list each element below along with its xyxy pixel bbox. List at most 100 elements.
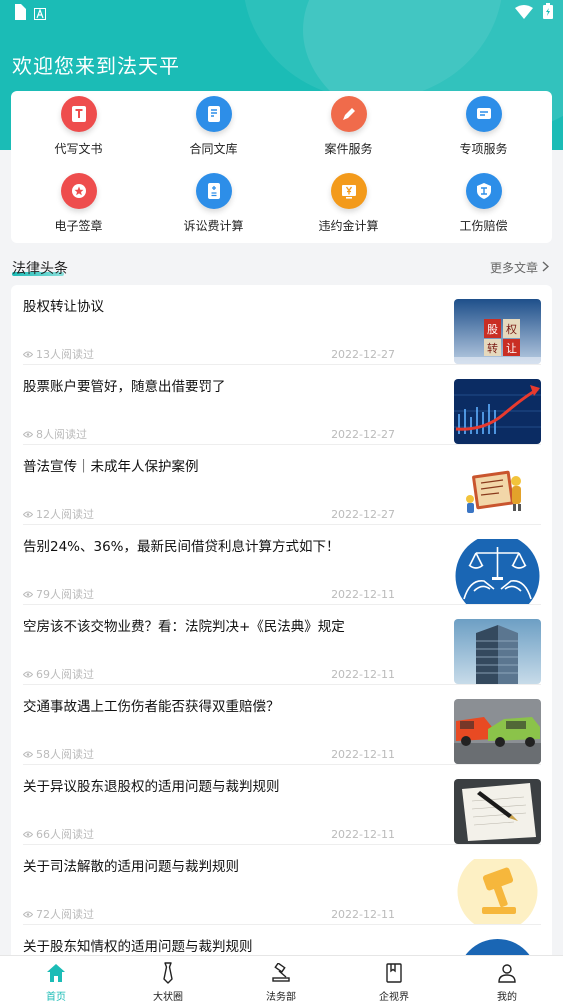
tie-icon	[118, 962, 218, 984]
service-label: 诉讼费计算	[183, 219, 244, 233]
seal-icon	[60, 173, 97, 209]
article-title: 普法宣传｜未成年人保护案例	[23, 459, 199, 475]
thumb-char: 让	[506, 342, 517, 355]
article-thumbnail	[454, 859, 541, 924]
thumb-char: 股	[487, 323, 498, 336]
service-draft-document[interactable]: 代写文书	[11, 96, 146, 157]
thumb-char: 权	[506, 323, 517, 336]
tab-profile[interactable]: 我的	[457, 962, 557, 1002]
services-grid: 代写文书 合同文库 案件服务 专项服务 电子签章 诉讼费计算 违约金计算 工伤赔…	[11, 91, 552, 243]
tab-label: 首页	[46, 992, 66, 1002]
service-label: 专项服务	[459, 142, 508, 156]
article-title: 关于异议股东退股权的适用问题与裁判规则	[23, 779, 280, 795]
more-articles-label: 更多文章	[489, 261, 538, 275]
article-title: 交通事故遇上工伤伤者能否获得双重赔偿？	[23, 699, 280, 715]
app-root: 欢迎您来到法天平 代写文书 合同文库 案件服务 专项服务 电子签章 诉讼费计算 …	[0, 0, 563, 1002]
article-thumbnail	[454, 459, 541, 524]
service-special[interactable]: 专项服务	[416, 96, 551, 157]
home-icon	[6, 962, 106, 984]
gavel-icon	[231, 962, 331, 984]
article-item[interactable]: 股权转让协议 13人阅读过 2022-12-27 股 权 转 让	[22, 285, 541, 365]
article-thumbnail: 股 权 转 让	[454, 299, 541, 364]
article-item[interactable]: 交通事故遇上工伤伤者能否获得双重赔偿？ 58人阅读过 2022-12-11	[22, 685, 541, 765]
more-articles-link[interactable]: 更多文章	[489, 259, 550, 276]
article-item[interactable]: 空房该不该交物业费？看：法院判决+《民法典》规定 69人阅读过 2022-12-…	[22, 605, 541, 685]
contract-icon	[195, 96, 232, 132]
article-date: 2022-12-27	[331, 427, 395, 441]
book-icon	[344, 962, 444, 984]
service-label: 案件服务	[324, 142, 373, 156]
article-item[interactable]: 普法宣传｜未成年人保护案例 12人阅读过 2022-12-27	[22, 445, 541, 525]
thumb-char: 转	[487, 341, 498, 355]
service-label: 工伤赔偿	[459, 219, 508, 233]
service-contract-library[interactable]: 合同文库	[146, 96, 281, 157]
eye-icon	[22, 908, 34, 921]
article-title: 关于股东知情权的适用问题与裁判规则	[23, 939, 253, 955]
status-bar	[0, 0, 563, 24]
service-penalty-calc[interactable]: 违约金计算	[281, 173, 416, 234]
article-read-count: 58人阅读过	[36, 748, 94, 761]
document-t-icon	[60, 96, 97, 132]
article-title: 告别24%、36%，最新民间借贷利息计算方式如下！	[23, 539, 340, 555]
article-title: 股票账户要管好，随意出借要罚了	[23, 379, 226, 395]
tab-label: 我的	[497, 992, 517, 1002]
article-thumbnail	[454, 779, 541, 844]
tab-label: 法务部	[266, 992, 296, 1002]
article-thumbnail	[454, 539, 541, 604]
article-item[interactable]: 关于司法解散的适用问题与裁判规则 72人阅读过 2022-12-11	[22, 845, 541, 925]
service-injury-compensation[interactable]: 工伤赔偿	[416, 173, 551, 234]
article-thumbnail	[454, 379, 541, 444]
article-title: 关于司法解散的适用问题与裁判规则	[23, 859, 239, 875]
pen-icon	[330, 96, 367, 132]
article-read-count: 12人阅读过	[36, 508, 94, 521]
article-item[interactable]: 告别24%、36%，最新民间借贷利息计算方式如下！ 79人阅读过 2022-12…	[22, 525, 541, 605]
app-a-icon	[34, 5, 46, 24]
service-label: 电子签章	[54, 219, 103, 233]
article-read-count: 8人阅读过	[36, 428, 87, 441]
message-icon	[465, 96, 502, 132]
article-read-count: 69人阅读过	[36, 668, 94, 681]
service-e-seal[interactable]: 电子签章	[11, 173, 146, 234]
calculator-icon	[195, 173, 232, 209]
article-read-count: 13人阅读过	[36, 348, 94, 361]
eye-icon	[22, 828, 34, 841]
eye-icon	[22, 428, 34, 441]
article-thumbnail	[454, 619, 541, 684]
tab-label: 企视界	[379, 992, 409, 1002]
service-case[interactable]: 案件服务	[281, 96, 416, 157]
article-date: 2022-12-11	[331, 587, 395, 601]
wifi-icon	[515, 4, 533, 23]
article-list: 股权转让协议 13人阅读过 2022-12-27 股 权 转 让 股票账户要管好…	[11, 285, 552, 965]
bottom-tab-bar: 首页 大状圈 法务部 企视界 我的	[0, 955, 563, 1002]
sim-card-icon	[12, 4, 26, 24]
tab-circle[interactable]: 大状圈	[118, 962, 218, 1002]
user-icon	[457, 962, 557, 984]
article-date: 2022-12-27	[331, 507, 395, 521]
yen-icon	[330, 173, 367, 209]
service-label: 违约金计算	[318, 219, 379, 233]
tab-legal-dept[interactable]: 法务部	[231, 962, 331, 1002]
service-label: 合同文库	[189, 142, 238, 156]
article-date: 2022-12-11	[331, 667, 395, 681]
eye-icon	[22, 748, 34, 761]
eye-icon	[22, 508, 34, 521]
tab-enterprise[interactable]: 企视界	[344, 962, 444, 1002]
article-read-count: 72人阅读过	[36, 908, 94, 921]
page-title: 欢迎您来到法天平	[12, 54, 180, 78]
article-date: 2022-12-27	[331, 347, 395, 361]
eye-icon	[22, 588, 34, 601]
article-date: 2022-12-11	[331, 827, 395, 841]
article-thumbnail	[454, 699, 541, 764]
article-item[interactable]: 关于异议股东退股权的适用问题与裁判规则 66人阅读过 2022-12-11	[22, 765, 541, 845]
service-label: 代写文书	[54, 142, 103, 156]
tab-home[interactable]: 首页	[6, 962, 106, 1002]
service-litigation-fee[interactable]: 诉讼费计算	[146, 173, 281, 234]
article-title: 空房该不该交物业费？看：法院判决+《民法典》规定	[23, 619, 345, 635]
eye-icon	[22, 348, 34, 361]
eye-icon	[22, 668, 34, 681]
shield-icon	[465, 173, 502, 209]
article-date: 2022-12-11	[331, 747, 395, 761]
article-read-count: 79人阅读过	[36, 588, 94, 601]
article-date: 2022-12-11	[331, 907, 395, 921]
article-item[interactable]: 股票账户要管好，随意出借要罚了 8人阅读过 2022-12-27	[22, 365, 541, 445]
